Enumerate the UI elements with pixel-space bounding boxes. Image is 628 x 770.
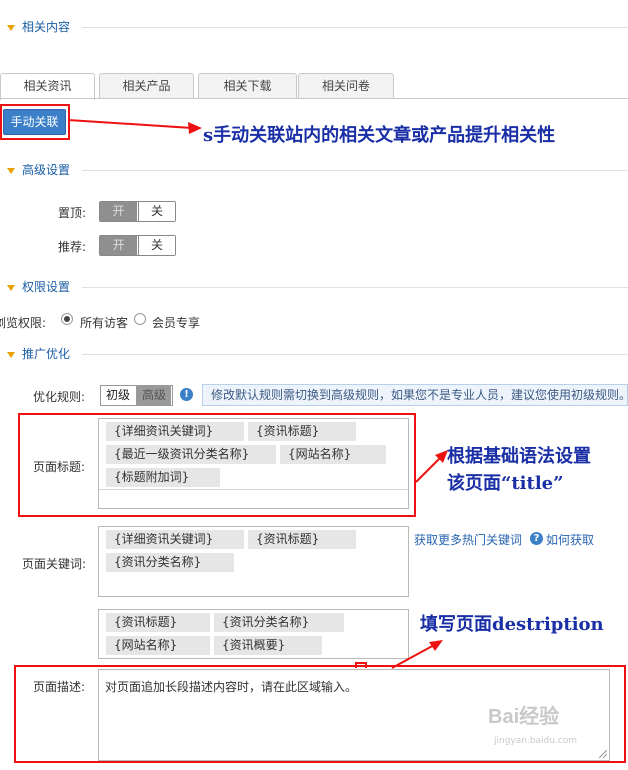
radio-members-only[interactable] <box>134 313 146 325</box>
top-toggle[interactable]: 开 关 <box>99 201 176 222</box>
toggle-off[interactable]: 关 <box>138 202 175 221</box>
help-icon[interactable]: ? <box>530 532 543 545</box>
rule-basic-option[interactable]: 初级 <box>101 386 135 405</box>
tag[interactable]: {网站名称} <box>280 445 386 464</box>
tag[interactable]: {最近一级资讯分类名称} <box>106 445 276 464</box>
page-title-label: 页面标题: <box>33 460 86 474</box>
section-title-related: 相关内容 <box>22 20 71 34</box>
tag[interactable]: {网站名称} <box>106 636 210 655</box>
divider <box>82 287 628 288</box>
section-header-advanced: 高级设置 <box>0 162 628 182</box>
recommend-label: 推荐: <box>58 240 87 254</box>
tag[interactable]: {标题附加词} <box>106 468 220 487</box>
tag[interactable]: {资讯分类名称} <box>214 613 344 632</box>
annotation-desc: 填写页面destription <box>420 614 604 635</box>
annotation-title-line1: 根据基础语法设置 <box>447 446 591 467</box>
section-title-promo: 推广优化 <box>22 347 71 361</box>
divider <box>82 27 628 28</box>
page-desc-label: 页面描述: <box>33 680 86 694</box>
tab-related-downloads[interactable]: 相关下载 <box>198 73 297 99</box>
page-keywords-label: 页面关键词: <box>22 557 87 571</box>
section-header-promo: 推广优化 <box>0 346 628 366</box>
section-title-permission: 权限设置 <box>22 280 71 294</box>
collapse-arrow-icon[interactable] <box>7 168 15 174</box>
tab-related-products[interactable]: 相关产品 <box>99 73 194 99</box>
tag[interactable]: {详细资讯关键词} <box>106 422 244 441</box>
collapse-arrow-icon[interactable] <box>7 352 15 358</box>
page-title-field[interactable]: {详细资讯关键词} {资讯标题} {最近一级资讯分类名称} {网站名称} {标题… <box>98 418 409 509</box>
highlight-box-manual <box>0 104 70 140</box>
rule-label: 优化规则: <box>33 390 86 404</box>
tag[interactable]: {资讯概要} <box>214 636 322 655</box>
page-desc-tags-field[interactable]: {资讯标题} {资讯分类名称} {网站名称} {资讯概要} <box>98 609 409 659</box>
tab-related-surveys[interactable]: 相关问卷 <box>298 73 394 99</box>
annotation-arrow-manual <box>67 119 202 134</box>
toggle-off[interactable]: 关 <box>138 236 175 255</box>
highlight-notch <box>355 662 367 668</box>
field-divider <box>99 489 408 490</box>
watermark-url: jingyan.baidu.com <box>494 736 578 746</box>
how-to-get-link[interactable]: 如何获取 <box>546 531 594 548</box>
tag[interactable]: {资讯标题} <box>106 613 210 632</box>
watermark-brand: Bai经验 <box>488 706 560 728</box>
info-icon: ! <box>180 388 193 401</box>
tag[interactable]: {详细资讯关键词} <box>106 530 244 549</box>
rule-switch[interactable]: 初级 高级 <box>100 385 173 406</box>
collapse-arrow-icon[interactable] <box>7 285 15 291</box>
radio-members-only-label[interactable]: 会员专享 <box>152 314 200 331</box>
radio-all-visitors[interactable] <box>61 313 73 325</box>
tag[interactable]: {资讯标题} <box>248 422 356 441</box>
toggle-on[interactable]: 开 <box>100 202 137 221</box>
radio-all-visitors-label[interactable]: 所有访客 <box>80 314 128 331</box>
tag[interactable]: {资讯标题} <box>248 530 356 549</box>
rule-tip: 修改默认规则需切换到高级规则，如果您不是专业人员，建议您使用初级规则。 <box>202 384 628 406</box>
page-desc-placeholder: 对页面追加长段描述内容时，请在此区域输入。 <box>105 680 358 694</box>
recommend-toggle[interactable]: 开 关 <box>99 235 176 256</box>
annotation-title-line2: 该页面“title” <box>447 473 564 494</box>
tag[interactable]: {资讯分类名称} <box>106 553 234 572</box>
top-label: 置顶: <box>58 206 87 220</box>
watermark: Bai经验 jingyan.baidu.com <box>488 700 618 760</box>
rule-advanced-option[interactable]: 高级 <box>136 386 171 405</box>
collapse-arrow-icon[interactable] <box>7 25 15 31</box>
section-header-permission: 权限设置 <box>0 279 628 299</box>
divider <box>82 170 628 171</box>
annotation-manual: s手动关联站内的相关文章或产品提升相关性 <box>203 125 556 146</box>
tab-baseline <box>0 98 628 99</box>
toggle-on[interactable]: 开 <box>100 236 137 255</box>
tab-related-news[interactable]: 相关资讯 <box>0 73 95 100</box>
page-keywords-field[interactable]: {详细资讯关键词} {资讯标题} {资讯分类名称} <box>98 526 409 597</box>
section-header-related: 相关内容 <box>0 19 628 39</box>
more-keywords-link[interactable]: 获取更多热门关键词 <box>414 531 522 548</box>
permission-label: 浏览权限: <box>0 316 47 330</box>
divider <box>82 354 628 355</box>
section-title-advanced: 高级设置 <box>22 163 71 177</box>
